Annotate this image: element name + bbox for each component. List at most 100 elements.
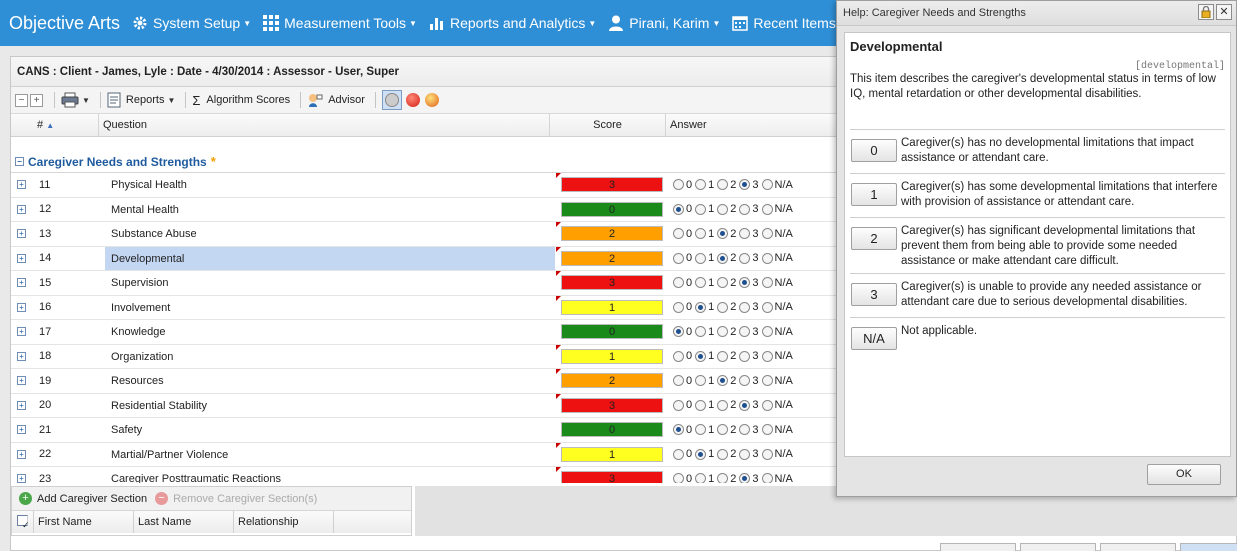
- col-first-name[interactable]: First Name: [34, 511, 134, 533]
- radio-icon[interactable]: [717, 179, 729, 191]
- answer-radio-2[interactable]: 2: [717, 399, 736, 411]
- answer-radio-3[interactable]: 3: [739, 326, 759, 338]
- nav-recent-items[interactable]: Recent Items: [732, 15, 836, 31]
- radio-icon[interactable]: [717, 473, 729, 483]
- answer-radio-3[interactable]: 3: [739, 448, 759, 460]
- radio-icon[interactable]: [761, 179, 773, 191]
- radio-icon[interactable]: [695, 228, 707, 240]
- answer-radio-0[interactable]: 0: [673, 473, 692, 483]
- expand-row-icon[interactable]: +: [17, 400, 26, 410]
- answer-radio-0[interactable]: 0: [673, 399, 692, 411]
- option-value-button[interactable]: 3: [851, 283, 897, 306]
- row-question[interactable]: Mental Health: [105, 198, 555, 222]
- answer-radio-2[interactable]: 2: [717, 473, 736, 483]
- radio-icon[interactable]: [695, 424, 707, 436]
- row-question[interactable]: Developmental: [105, 246, 555, 270]
- answer-radio-0[interactable]: 0: [673, 252, 692, 264]
- table-row[interactable]: +18 Organization 1 0 1 2 3 N/A: [11, 344, 837, 369]
- radio-icon[interactable]: [673, 424, 684, 436]
- view-toggle-button[interactable]: [381, 90, 402, 110]
- radio-icon[interactable]: [717, 301, 729, 313]
- answer-radio-1[interactable]: 1: [695, 424, 714, 436]
- answer-radio-1[interactable]: 1: [695, 375, 714, 387]
- radio-icon[interactable]: [695, 350, 707, 362]
- radio-icon[interactable]: [739, 277, 751, 289]
- col-num[interactable]: # ▲: [11, 114, 99, 136]
- table-row[interactable]: +16 Involvement 1 0 1 2 3 N/A: [11, 295, 837, 320]
- answer-radio-3[interactable]: 3: [739, 375, 759, 387]
- answer-radio-1[interactable]: 1: [695, 473, 714, 483]
- radio-icon[interactable]: [695, 203, 707, 215]
- answer-radio-3[interactable]: 3: [739, 301, 759, 313]
- print-button[interactable]: ▼: [61, 92, 90, 108]
- radio-icon[interactable]: [673, 179, 684, 191]
- table-row[interactable]: +19 Resources 2 0 1 2 3 N/A: [11, 369, 837, 394]
- table-row[interactable]: +11 Physical Health 3 0 1 2 3 N/A: [11, 173, 837, 198]
- answer-radio-4[interactable]: N/A: [761, 326, 793, 338]
- radio-icon[interactable]: [695, 375, 707, 387]
- radio-icon[interactable]: [673, 277, 684, 289]
- bottom-tab[interactable]: [1180, 543, 1237, 551]
- section-header[interactable]: − Caregiver Needs and Strengths *: [11, 138, 837, 173]
- answer-radio-0[interactable]: 0: [673, 179, 692, 191]
- ok-button[interactable]: OK: [1147, 464, 1221, 485]
- answer-radio-3[interactable]: 3: [739, 399, 759, 411]
- radio-icon[interactable]: [739, 228, 751, 240]
- answer-radio-2[interactable]: 2: [717, 203, 736, 215]
- table-row[interactable]: +12 Mental Health 0 0 1 2 3 N/A: [11, 198, 837, 222]
- answer-radio-1[interactable]: 1: [695, 448, 714, 460]
- answer-radio-2[interactable]: 2: [717, 228, 736, 240]
- answer-radio-2[interactable]: 2: [717, 179, 736, 191]
- radio-icon[interactable]: [673, 448, 684, 460]
- answer-radio-4[interactable]: N/A: [761, 252, 793, 264]
- option-value-button[interactable]: 1: [851, 183, 897, 206]
- answer-radio-4[interactable]: N/A: [761, 350, 793, 362]
- expand-row-icon[interactable]: +: [17, 253, 26, 263]
- answer-radio-4[interactable]: N/A: [761, 473, 793, 483]
- radio-icon[interactable]: [717, 252, 729, 264]
- table-row[interactable]: +14 Developmental 2 0 1 2 3 N/A: [11, 246, 837, 271]
- radio-icon[interactable]: [717, 228, 729, 240]
- radio-icon[interactable]: [739, 252, 751, 264]
- multi-circle-icon[interactable]: [424, 93, 439, 107]
- answer-radio-4[interactable]: N/A: [761, 448, 793, 460]
- radio-icon[interactable]: [761, 473, 773, 483]
- table-row[interactable]: +17 Knowledge 0 0 1 2 3 N/A: [11, 320, 837, 345]
- radio-icon[interactable]: [739, 424, 751, 436]
- expand-row-icon[interactable]: +: [17, 204, 26, 214]
- radio-icon[interactable]: [739, 203, 751, 215]
- radio-icon[interactable]: [717, 375, 729, 387]
- nav-system-setup[interactable]: System Setup ▼: [132, 15, 251, 31]
- answer-radio-1[interactable]: 1: [695, 399, 714, 411]
- add-caregiver-button[interactable]: + Add Caregiver Section: [19, 492, 147, 505]
- radio-icon[interactable]: [673, 350, 684, 362]
- answer-radio-2[interactable]: 2: [717, 252, 736, 264]
- nav-user-menu[interactable]: Pirani, Karim ▼: [608, 15, 720, 31]
- nav-measurement-tools[interactable]: Measurement Tools ▼: [263, 15, 417, 31]
- radio-icon[interactable]: [739, 473, 751, 483]
- bottom-tab[interactable]: [1020, 543, 1096, 551]
- radio-icon[interactable]: [717, 350, 729, 362]
- table-row[interactable]: +23 Caregiver Posttraumatic Reactions 3 0 1 2…: [11, 467, 837, 483]
- answer-radio-1[interactable]: 1: [695, 252, 714, 264]
- expand-row-icon[interactable]: +: [17, 278, 26, 288]
- answer-radio-3[interactable]: 3: [739, 252, 759, 264]
- radio-icon[interactable]: [739, 301, 751, 313]
- table-row[interactable]: +22 Martial/Partner Violence 1 0 1 2 3 N/A: [11, 442, 837, 467]
- red-circle-icon[interactable]: [405, 93, 420, 107]
- option-value-button[interactable]: 0: [851, 139, 897, 162]
- radio-icon[interactable]: [673, 326, 684, 338]
- radio-icon[interactable]: [739, 399, 751, 411]
- expand-row-icon[interactable]: +: [17, 180, 26, 190]
- answer-radio-0[interactable]: 0: [673, 326, 692, 338]
- radio-icon[interactable]: [761, 399, 773, 411]
- radio-icon[interactable]: [673, 301, 684, 313]
- radio-icon[interactable]: [761, 424, 773, 436]
- table-row[interactable]: +21 Safety 0 0 1 2 3 N/A: [11, 418, 837, 443]
- col-score[interactable]: Score: [550, 114, 666, 136]
- radio-icon[interactable]: [739, 448, 751, 460]
- answer-radio-1[interactable]: 1: [695, 326, 714, 338]
- radio-icon[interactable]: [739, 375, 751, 387]
- answer-radio-4[interactable]: N/A: [761, 399, 793, 411]
- radio-icon[interactable]: [673, 203, 684, 215]
